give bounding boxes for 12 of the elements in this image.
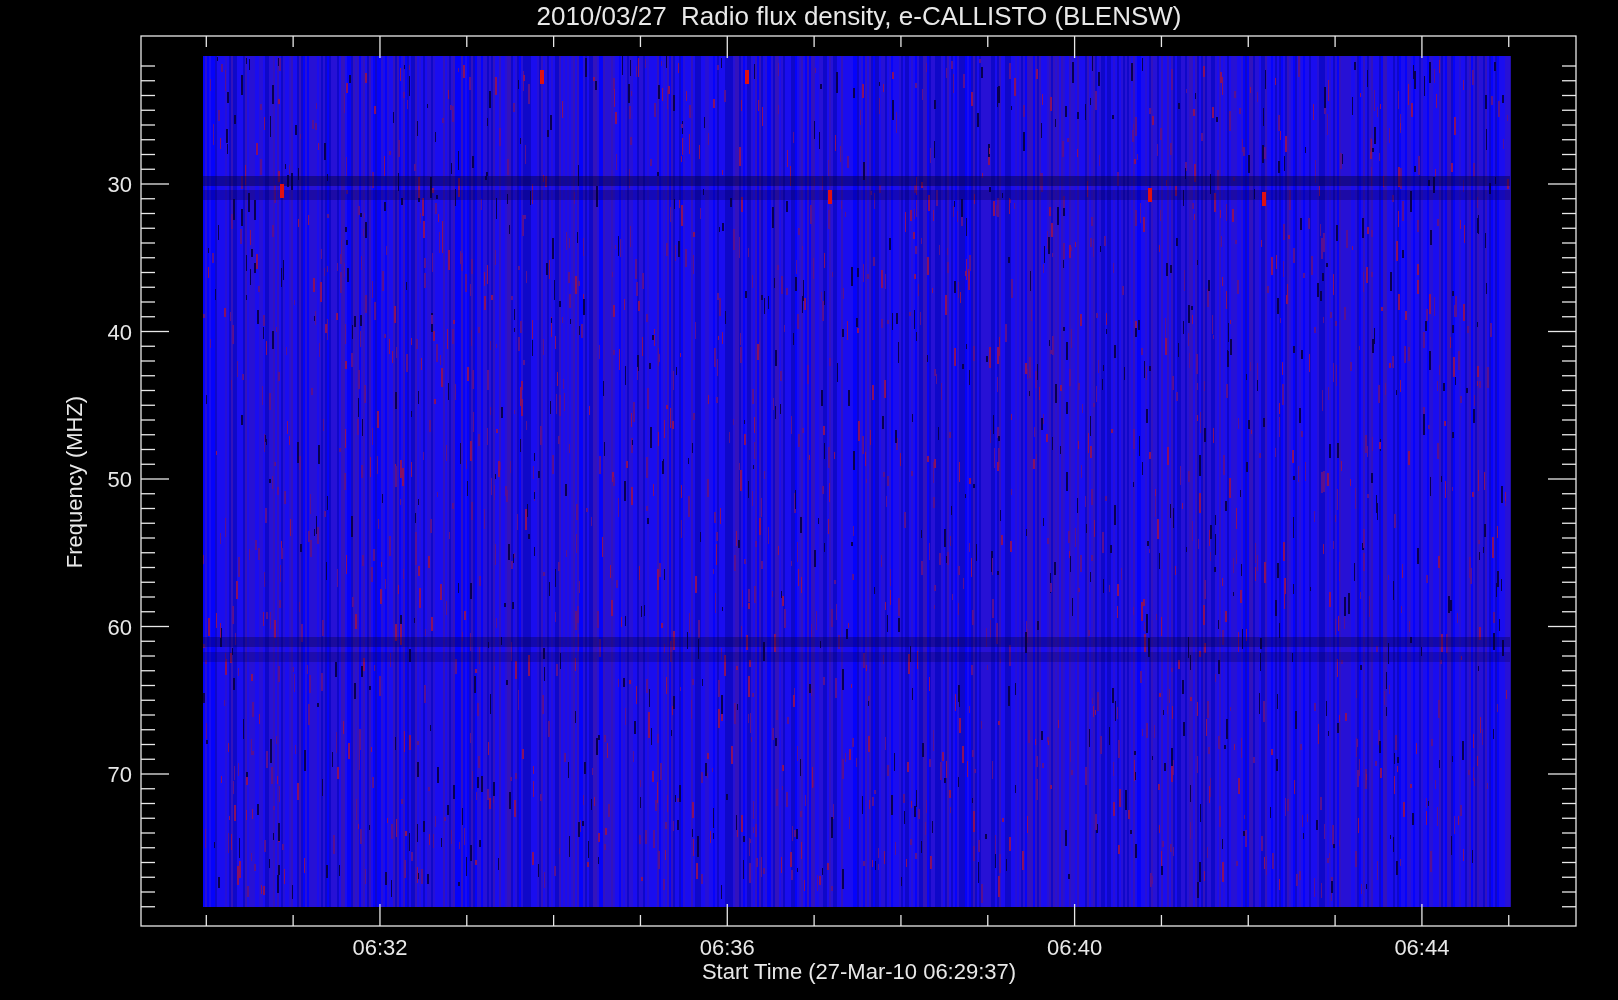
x-tick-label: 06:36 xyxy=(699,935,755,960)
y-tick-label: 30 xyxy=(107,172,132,197)
x-tick-label: 06:32 xyxy=(352,935,408,960)
y-axis-title: Frequency (MHZ) xyxy=(62,395,87,569)
chart-title: 2010/03/27 Radio flux density, e-CALLISTO (BLENSW) xyxy=(536,1,1182,31)
y-tick-label: 40 xyxy=(107,319,132,345)
y-tick-label: 50 xyxy=(107,467,132,492)
x-tick-label: 06:40 xyxy=(1047,935,1103,960)
x-tick-label: 06:44 xyxy=(1394,935,1450,960)
y-tick-label: 60 xyxy=(107,614,132,640)
x-axis-title: Start Time (27-Mar-10 06:29:37) xyxy=(701,959,1017,984)
y-tick-label: 70 xyxy=(107,762,132,787)
